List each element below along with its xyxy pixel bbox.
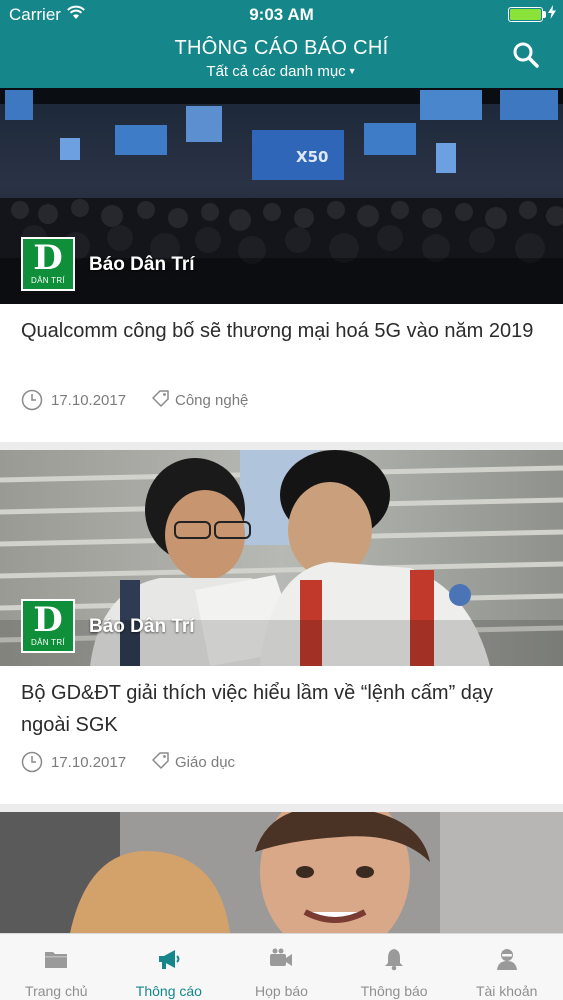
folder-icon bbox=[45, 952, 68, 968]
user-icon bbox=[496, 949, 517, 970]
video-camera-icon bbox=[270, 948, 293, 966]
status-bar: Carrier 9:03 AM bbox=[0, 0, 563, 30]
source-logo: D DÂN TRÍ bbox=[21, 599, 75, 653]
category-selector-label: Tất cả các danh mục bbox=[206, 63, 346, 80]
tag-icon bbox=[152, 390, 169, 407]
article-title[interactable]: Qualcomm công bố sẽ thương mại hoá 5G và… bbox=[21, 315, 541, 347]
source-logo: D DÂN TRÍ bbox=[21, 237, 75, 291]
clock-icon bbox=[21, 389, 43, 411]
article-card[interactable]: D DÂN TRÍ Báo Dân Trí Bộ GD&ĐT giải thíc… bbox=[0, 450, 563, 804]
tab-bar: Trang chủ Thông cáo Họp báo Thông báo Tà… bbox=[0, 933, 563, 1000]
tab-thong-bao[interactable]: Thông báo bbox=[338, 934, 451, 1000]
tab-trang-chu[interactable]: Trang chủ bbox=[0, 934, 113, 1000]
article-card[interactable]: X50 D DÂN TRÍ Báo Dân Trí Qualcomm công … bbox=[0, 88, 563, 442]
article-image bbox=[0, 812, 563, 933]
category-selector[interactable]: Tất cả các danh mục ▼ bbox=[0, 63, 563, 80]
article-title[interactable]: Bộ GD&ĐT giải thích việc hiểu lầm về “lệ… bbox=[21, 677, 541, 741]
source-name: Báo Dân Trí bbox=[89, 254, 195, 275]
tab-hop-bao[interactable]: Họp báo bbox=[225, 934, 338, 1000]
source-name: Báo Dân Trí bbox=[89, 616, 195, 637]
article-card[interactable] bbox=[0, 812, 563, 933]
megaphone-icon bbox=[158, 950, 180, 969]
tag-icon bbox=[152, 752, 169, 769]
battery-icon bbox=[508, 7, 548, 22]
tab-tai-khoan[interactable]: Tài khoản bbox=[450, 934, 563, 1000]
clock-icon bbox=[21, 751, 43, 773]
clock: 9:03 AM bbox=[249, 5, 314, 24]
article-feed[interactable]: X50 D DÂN TRÍ Báo Dân Trí Qualcomm công … bbox=[0, 88, 563, 933]
article-image bbox=[0, 450, 563, 666]
app-header: Carrier 9:03 AM THÔNG CÁO BÁO CHÍ Tất cả… bbox=[0, 0, 563, 88]
screen-text: X50 bbox=[296, 148, 328, 166]
caret-down-icon: ▼ bbox=[347, 66, 357, 76]
page-title: THÔNG CÁO BÁO CHÍ bbox=[174, 37, 389, 59]
search-icon bbox=[513, 42, 539, 68]
charging-bolt-icon bbox=[548, 5, 556, 22]
tab-thong-cao[interactable]: Thông cáo bbox=[113, 934, 226, 1000]
bell-icon bbox=[385, 949, 404, 971]
search-button[interactable] bbox=[511, 40, 541, 70]
article-image: X50 bbox=[0, 88, 563, 304]
